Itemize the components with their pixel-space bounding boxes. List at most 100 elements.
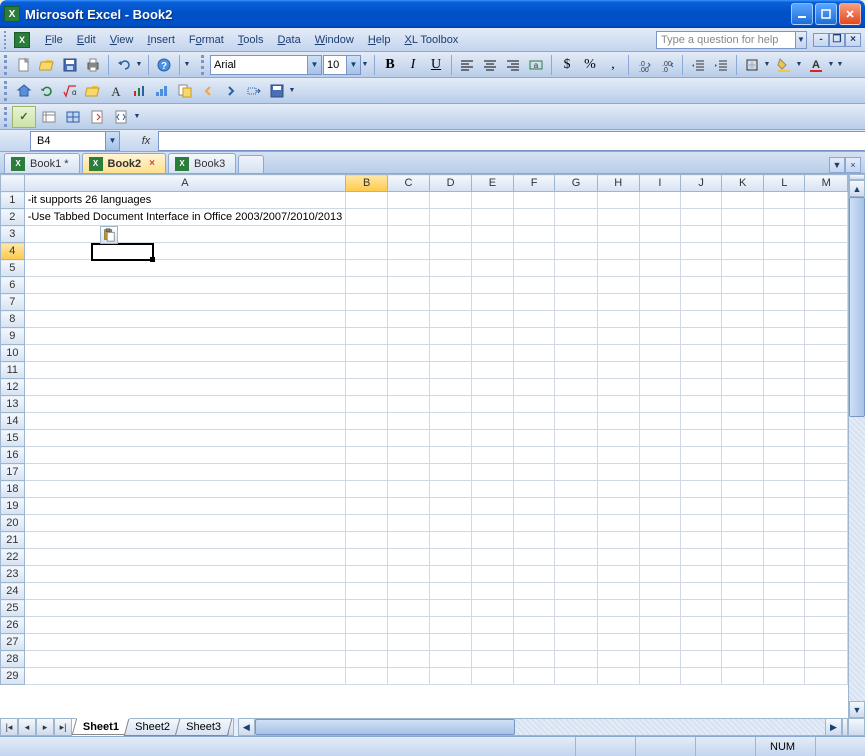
cell-G18[interactable] — [555, 481, 597, 498]
cell-C12[interactable] — [388, 379, 430, 396]
scroll-track-h[interactable] — [255, 718, 825, 736]
cell-G13[interactable] — [555, 396, 597, 413]
cell-K1[interactable] — [722, 192, 764, 209]
cell-M1[interactable] — [805, 192, 848, 209]
cell-K24[interactable] — [722, 583, 764, 600]
cell-F5[interactable] — [513, 260, 555, 277]
row-header-5[interactable]: 5 — [1, 260, 25, 277]
cell-D23[interactable] — [430, 566, 472, 583]
sheet-nav-prev[interactable]: ◂ — [18, 718, 36, 736]
print-button[interactable] — [82, 54, 104, 76]
row-header-3[interactable]: 3 — [1, 226, 25, 243]
cell-A29[interactable] — [24, 668, 346, 685]
cell-A21[interactable] — [24, 532, 346, 549]
cell-L4[interactable] — [764, 243, 805, 260]
spreadsheet-grid[interactable]: ABCDEFGHIJKLM1-it supports 26 languages2… — [0, 174, 848, 685]
cell-F13[interactable] — [513, 396, 555, 413]
cell-D17[interactable] — [430, 464, 472, 481]
cell-H8[interactable] — [597, 311, 639, 328]
cell-B15[interactable] — [346, 430, 388, 447]
cell-A15[interactable] — [24, 430, 346, 447]
cell-L24[interactable] — [764, 583, 805, 600]
cell-L2[interactable] — [764, 209, 805, 226]
cell-D12[interactable] — [430, 379, 472, 396]
cell-E3[interactable] — [472, 226, 514, 243]
cell-C24[interactable] — [388, 583, 430, 600]
cell-I20[interactable] — [639, 515, 680, 532]
cell-F28[interactable] — [513, 651, 555, 668]
italic-button[interactable]: I — [402, 54, 424, 76]
cell-D22[interactable] — [430, 549, 472, 566]
cell-L22[interactable] — [764, 549, 805, 566]
fill-color-button[interactable] — [773, 54, 795, 76]
row-header-18[interactable]: 18 — [1, 481, 25, 498]
cell-D5[interactable] — [430, 260, 472, 277]
cell-J5[interactable] — [681, 260, 722, 277]
row-header-12[interactable]: 12 — [1, 379, 25, 396]
cell-B28[interactable] — [346, 651, 388, 668]
cell-I3[interactable] — [639, 226, 680, 243]
cell-M12[interactable] — [805, 379, 848, 396]
cell-C28[interactable] — [388, 651, 430, 668]
menu-format[interactable]: Format — [182, 31, 231, 49]
cell-F17[interactable] — [513, 464, 555, 481]
cell-A20[interactable] — [24, 515, 346, 532]
cell-A26[interactable] — [24, 617, 346, 634]
cell-J27[interactable] — [681, 634, 722, 651]
sheet-nav-next[interactable]: ▸ — [36, 718, 54, 736]
cell-D1[interactable] — [430, 192, 472, 209]
cell-L8[interactable] — [764, 311, 805, 328]
cell-C18[interactable] — [388, 481, 430, 498]
cell-H18[interactable] — [597, 481, 639, 498]
cell-F22[interactable] — [513, 549, 555, 566]
cell-H13[interactable] — [597, 396, 639, 413]
align-left-button[interactable] — [456, 54, 478, 76]
cell-F1[interactable] — [513, 192, 555, 209]
cell-F7[interactable] — [513, 294, 555, 311]
row-header-8[interactable]: 8 — [1, 311, 25, 328]
cell-C6[interactable] — [388, 277, 430, 294]
cell-J17[interactable] — [681, 464, 722, 481]
row-header-2[interactable]: 2 — [1, 209, 25, 226]
cell-D3[interactable] — [430, 226, 472, 243]
cell-I6[interactable] — [639, 277, 680, 294]
cell-C11[interactable] — [388, 362, 430, 379]
cell-L3[interactable] — [764, 226, 805, 243]
col-header-C[interactable]: C — [388, 175, 430, 192]
cell-M14[interactable] — [805, 413, 848, 430]
cell-H26[interactable] — [597, 617, 639, 634]
cell-K11[interactable] — [722, 362, 764, 379]
cell-F10[interactable] — [513, 345, 555, 362]
cell-B3[interactable] — [346, 226, 388, 243]
chart-bar-button[interactable] — [128, 80, 150, 102]
toolbar-handle[interactable] — [4, 107, 10, 127]
cell-K2[interactable] — [722, 209, 764, 226]
cell-I10[interactable] — [639, 345, 680, 362]
cell-F2[interactable] — [513, 209, 555, 226]
mdi-restore-button[interactable]: ❐ — [829, 33, 845, 47]
cell-F26[interactable] — [513, 617, 555, 634]
workbook-tab-book1[interactable]: XBook1 * — [4, 153, 80, 173]
cell-A5[interactable] — [24, 260, 346, 277]
cell-A12[interactable] — [24, 379, 346, 396]
mdi-minimize-button[interactable]: - — [813, 33, 829, 47]
cell-C2[interactable] — [388, 209, 430, 226]
cell-D18[interactable] — [430, 481, 472, 498]
col-header-A[interactable]: A — [24, 175, 346, 192]
cell-E23[interactable] — [472, 566, 514, 583]
help-search-dropdown[interactable]: ▼ — [795, 31, 807, 49]
cell-B18[interactable] — [346, 481, 388, 498]
cell-L11[interactable] — [764, 362, 805, 379]
cell-G3[interactable] — [555, 226, 597, 243]
cell-K4[interactable] — [722, 243, 764, 260]
cell-G9[interactable] — [555, 328, 597, 345]
cell-H10[interactable] — [597, 345, 639, 362]
cell-J10[interactable] — [681, 345, 722, 362]
cell-D4[interactable] — [430, 243, 472, 260]
cell-K8[interactable] — [722, 311, 764, 328]
cell-C29[interactable] — [388, 668, 430, 685]
cell-B25[interactable] — [346, 600, 388, 617]
currency-button[interactable]: $ — [556, 54, 578, 76]
cell-B8[interactable] — [346, 311, 388, 328]
cell-K3[interactable] — [722, 226, 764, 243]
